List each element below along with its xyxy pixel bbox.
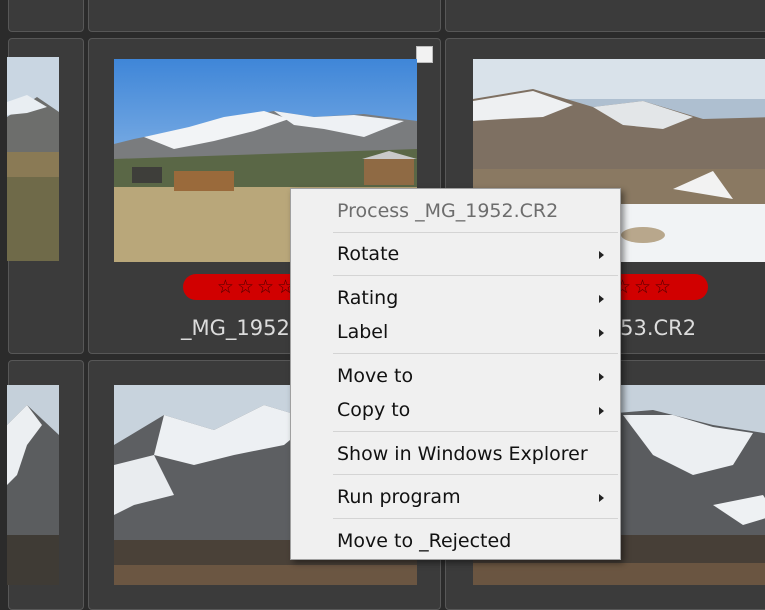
menu-separator [333,518,618,519]
menu-item-copy-to[interactable]: Copy to [291,393,620,427]
menu-separator [333,232,618,233]
menu-header-process: Process _MG_1952.CR2 [291,194,620,228]
menu-item-show-in-explorer[interactable]: Show in Windows Explorer [291,437,620,471]
menu-item-rating[interactable]: Rating [291,281,620,315]
menu-item-label: Move to _Rejected [337,530,512,552]
menu-item-label[interactable]: Label [291,315,620,349]
thumbnail-cell[interactable] [7,360,84,610]
menu-item-rotate[interactable]: Rotate [291,237,620,271]
menu-item-run-program[interactable]: Run program [291,480,620,514]
submenu-arrow-icon [599,373,604,381]
menu-item-label: Copy to [337,399,411,421]
submenu-arrow-icon [599,295,604,303]
submenu-arrow-icon [599,251,604,259]
menu-separator [333,275,618,276]
menu-separator [333,353,618,354]
menu-item-move-to[interactable]: Move to [291,359,620,393]
thumbnail-cell[interactable] [445,0,765,32]
thumbnail-cell[interactable] [88,0,441,32]
menu-item-label: Move to [337,365,414,387]
thumbnail-cell[interactable] [7,38,84,354]
menu-item-label-text: Label [337,321,389,343]
menu-item-label: Run program [337,486,461,508]
menu-separator [333,431,618,432]
menu-separator [333,474,618,475]
context-menu: Process _MG_1952.CR2 Rotate Rating Label… [290,188,621,560]
menu-header-label: Process _MG_1952.CR2 [337,200,559,222]
submenu-arrow-icon [599,494,604,502]
submenu-arrow-icon [599,329,604,337]
submenu-arrow-icon [599,407,604,415]
thumbnail-cell[interactable] [8,0,84,32]
photo-thumbnail[interactable] [7,57,59,261]
menu-item-move-to-rejected[interactable]: Move to _Rejected [291,524,620,558]
menu-item-label: Show in Windows Explorer [337,443,588,465]
select-checkbox[interactable] [416,46,433,63]
menu-item-label: Rotate [337,243,400,265]
menu-item-label: Rating [337,287,399,309]
photo-thumbnail[interactable] [7,385,59,585]
